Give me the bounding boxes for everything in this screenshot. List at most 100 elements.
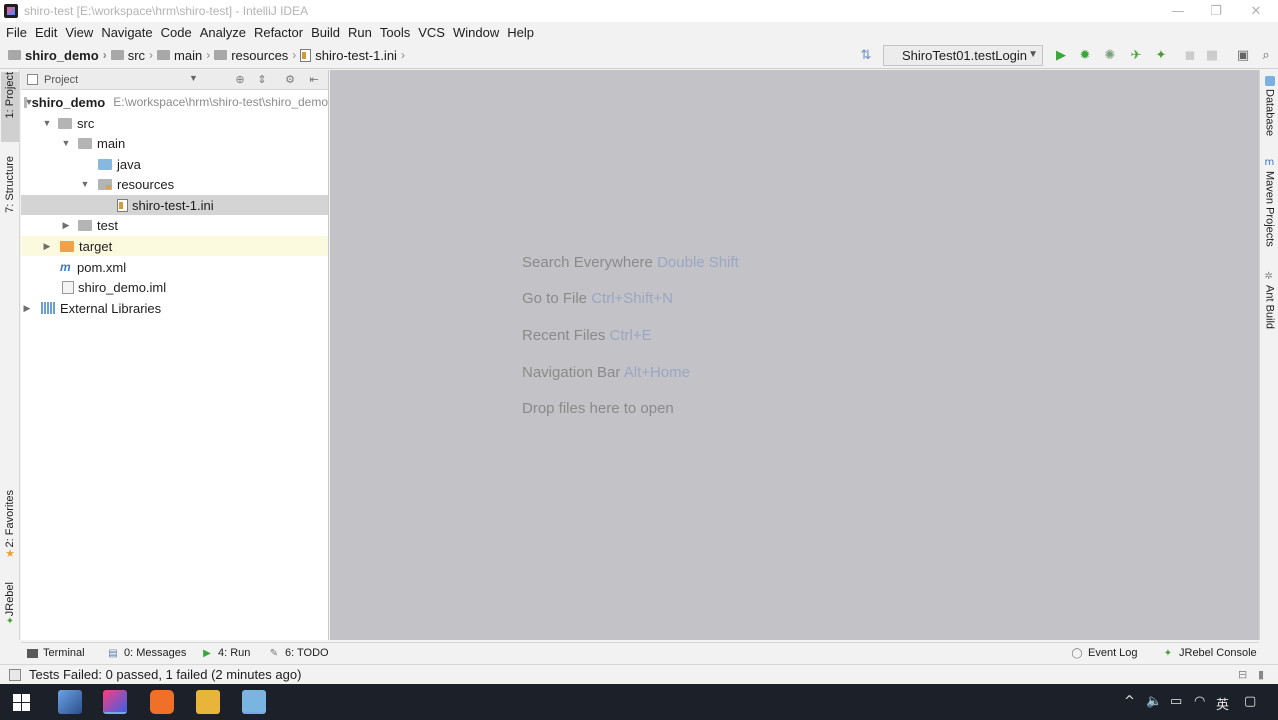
project-panel: Project ▼ ⊕ ⇕ ⚙ ⇤ ▼ shiro_demo E:\worksp…	[21, 70, 329, 640]
debug-icon[interactable]: ✹	[1077, 47, 1093, 63]
folder-icon	[58, 117, 72, 129]
memory-indicator-icon[interactable]: ▮	[1258, 668, 1264, 681]
breadcrumb-file[interactable]: shiro-test-1.ini ›	[300, 48, 405, 63]
tab-jrebel[interactable]: JRebel ✦	[1, 582, 19, 634]
hint-search-everywhere: Search Everywhere Double Shift	[522, 254, 739, 271]
project-panel-header: Project ▼ ⊕ ⇕ ⚙ ⇤	[21, 70, 328, 90]
menu-tools[interactable]: Tools	[376, 25, 414, 40]
tray-volume-icon[interactable]: 🔈	[1146, 694, 1162, 709]
chevron-down-icon[interactable]: ▼	[79, 179, 91, 189]
menu-window[interactable]: Window	[449, 25, 503, 40]
hide-panel-icon[interactable]: ⇤	[307, 72, 321, 86]
windows-start-icon[interactable]	[13, 694, 30, 711]
tab-ant-build[interactable]: ✲ Ant Build	[1261, 272, 1278, 340]
status-bar: Tests Failed: 0 passed, 1 failed (2 minu…	[0, 664, 1278, 684]
taskbar-file-explorer-icon[interactable]	[196, 690, 220, 714]
run-configuration-select[interactable]: ShiroTest01.testLogin ▼	[883, 45, 1043, 66]
hint-drop-files: Drop files here to open	[522, 400, 674, 417]
run-icon[interactable]: ▶	[1053, 47, 1069, 63]
maven-file-icon: m	[60, 259, 71, 274]
breadcrumb-resources[interactable]: resources ›	[214, 48, 296, 63]
intellij-app-icon	[4, 4, 18, 18]
chevron-right-icon[interactable]: ▶	[21, 303, 33, 314]
project-structure-icon[interactable]: ▣	[1235, 47, 1251, 63]
taskbar-recorder-icon[interactable]	[150, 690, 174, 714]
tree-item-shiro-test-ini[interactable]: shiro-test-1.ini	[21, 195, 328, 215]
tab-jrebel-console[interactable]: ✦ JRebel Console	[1162, 647, 1257, 659]
menu-help[interactable]: Help	[503, 25, 538, 40]
menu-vcs[interactable]: VCS	[414, 25, 449, 40]
restore-button[interactable]: ❐	[1196, 0, 1236, 22]
tab-run[interactable]: ▶ 4: Run	[201, 647, 250, 659]
tab-project[interactable]: 1: Project	[1, 72, 19, 142]
menu-file[interactable]: File	[2, 25, 31, 40]
tab-event-log[interactable]: ◯ Event Log	[1071, 647, 1137, 659]
breadcrumb-src[interactable]: src ›	[110, 48, 153, 63]
tab-messages[interactable]: ▤ 0: Messages	[107, 647, 186, 659]
lock-icon[interactable]: ⊟	[1238, 668, 1247, 681]
tab-favorites[interactable]: 2: Favorites ★	[1, 490, 19, 568]
taskbar-intellij-icon[interactable]	[103, 690, 127, 714]
hint-recent-files: Recent Files Ctrl+E	[522, 327, 652, 344]
status-message[interactable]: Tests Failed: 0 passed, 1 failed (2 minu…	[29, 667, 301, 682]
tab-database[interactable]: Database	[1261, 76, 1278, 146]
jrebel-icon: ✦	[1163, 647, 1173, 659]
tree-item-pom-xml[interactable]: m pom.xml	[21, 257, 328, 277]
tab-todo[interactable]: ✎ 6: TODO	[268, 647, 329, 659]
build-hammer-icon[interactable]: ⇅	[858, 47, 874, 63]
menu-refactor[interactable]: Refactor	[250, 25, 307, 40]
menu-edit[interactable]: Edit	[31, 25, 61, 40]
chevron-right-icon[interactable]: ▶	[41, 241, 53, 252]
module-folder-icon	[24, 96, 27, 108]
coverage-icon[interactable]: ✺	[1102, 47, 1118, 63]
chevron-down-icon[interactable]: ▼	[60, 138, 72, 148]
menu-build[interactable]: Build	[307, 25, 344, 40]
tab-terminal[interactable]: Terminal	[27, 647, 85, 659]
tray-network-icon[interactable]: ◠	[1194, 694, 1205, 709]
search-icon[interactable]: ⌕	[1258, 47, 1274, 63]
hint-go-to-file: Go to File Ctrl+Shift+N	[522, 290, 673, 307]
menu-analyze[interactable]: Analyze	[196, 25, 250, 40]
taskbar-app-browser-icon[interactable]	[58, 690, 82, 714]
tray-show-hidden-icon[interactable]: ^	[1124, 694, 1135, 709]
menu-run[interactable]: Run	[344, 25, 376, 40]
database-icon	[1264, 76, 1275, 86]
minimize-button[interactable]: —	[1158, 0, 1198, 22]
tab-maven-projects[interactable]: m Maven Projects	[1261, 158, 1278, 254]
tray-notifications-icon[interactable]: ▢	[1244, 694, 1256, 709]
stop-disabled-icon[interactable]: ◼	[1182, 47, 1198, 63]
tree-item-target[interactable]: ▶ target	[21, 236, 328, 256]
menu-navigate[interactable]: Navigate	[97, 25, 156, 40]
menu-view[interactable]: View	[61, 25, 97, 40]
jrebel-debug-icon[interactable]: ✦	[1153, 47, 1169, 63]
tree-item-test[interactable]: ▶ test	[21, 215, 328, 235]
breadcrumb-main[interactable]: main ›	[157, 48, 210, 63]
taskbar-notepad-icon[interactable]	[242, 690, 266, 714]
tree-item-java[interactable]: java	[21, 154, 328, 174]
tray-ime-indicator[interactable]: 英	[1216, 694, 1229, 713]
stop-icon[interactable]: ■	[1204, 47, 1220, 63]
breadcrumb-project[interactable]: shiro_demo ›	[8, 48, 107, 63]
tree-item-shiro-demo[interactable]: ▼ shiro_demo E:\workspace\hrm\shiro-test…	[21, 92, 328, 112]
tree-item-main[interactable]: ▼ main	[21, 133, 328, 153]
tab-structure[interactable]: 7: Structure	[1, 156, 19, 234]
close-button[interactable]: ✕	[1236, 0, 1276, 22]
ini-file-icon	[300, 48, 312, 62]
tool-windows-toggle-icon[interactable]	[9, 668, 21, 681]
project-view-selector[interactable]: Project	[44, 74, 78, 86]
collapse-all-icon[interactable]: ⇕	[255, 72, 269, 86]
editor-area[interactable]: Search Everywhere Double Shift Go to Fil…	[330, 70, 1259, 640]
chevron-right-icon[interactable]: ▶	[60, 220, 72, 231]
tree-item-iml[interactable]: shiro_demo.iml	[21, 277, 328, 297]
chevron-down-icon[interactable]: ▼	[41, 118, 53, 128]
tree-item-src[interactable]: ▼ src	[21, 113, 328, 133]
tree-item-resources[interactable]: ▼ resources	[21, 174, 328, 194]
jrebel-run-icon[interactable]: ✈	[1128, 47, 1144, 63]
scroll-from-source-icon[interactable]: ⊕	[233, 72, 247, 86]
tree-item-external-libraries[interactable]: ▶ External Libraries	[21, 298, 328, 318]
title-bar: shiro-test [E:\workspace\hrm\shiro-test]…	[0, 0, 1278, 22]
chevron-down-icon[interactable]: ▼	[189, 73, 198, 83]
tray-battery-icon[interactable]: ▭	[1170, 694, 1182, 709]
gear-icon[interactable]: ⚙	[283, 72, 297, 86]
menu-code[interactable]: Code	[157, 25, 196, 40]
